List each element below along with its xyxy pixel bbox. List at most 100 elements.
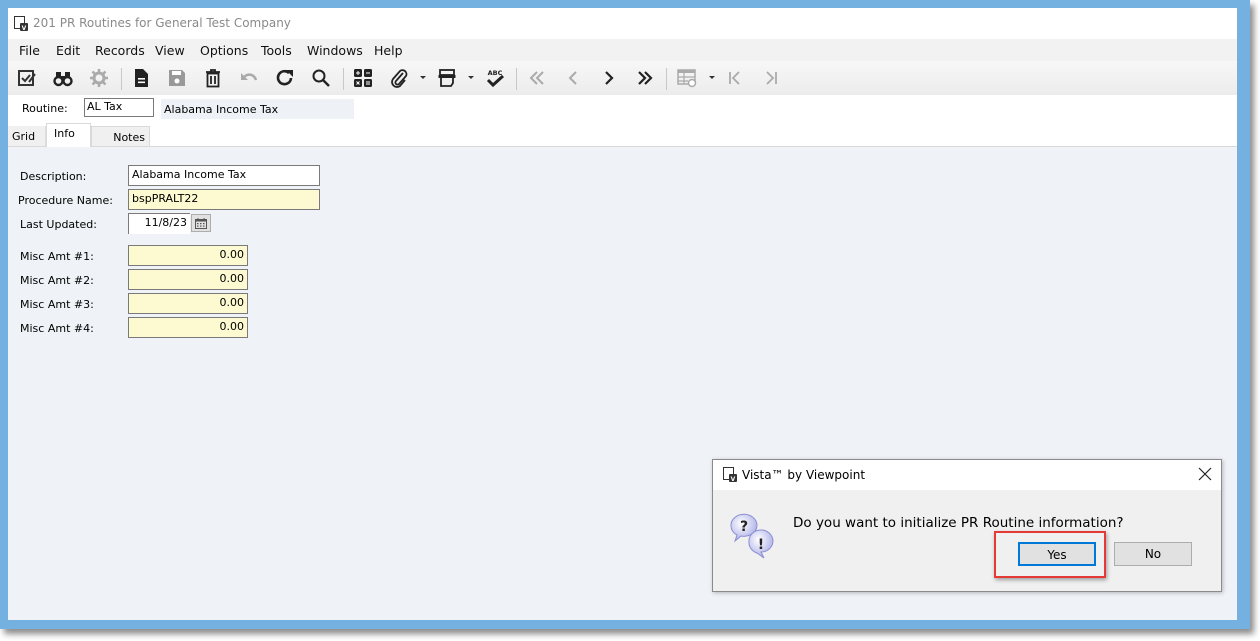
save-button[interactable] <box>165 66 189 90</box>
undo-button[interactable] <box>237 66 261 90</box>
svg-text:ABC: ABC <box>488 69 503 77</box>
undo-icon <box>241 73 258 81</box>
last-updated-label: Last Updated: <box>20 218 97 231</box>
misc-amt-4-input[interactable]: 0.00 <box>128 317 248 338</box>
svg-text:V: V <box>22 25 27 31</box>
paperclip-icon <box>391 69 408 88</box>
misc-amt-1-label: Misc Amt #1: <box>20 250 94 263</box>
chevron-left-icon <box>568 71 577 85</box>
app-window: V 201 PR Routines for General Test Compa… <box>8 8 1237 620</box>
delete-button[interactable] <box>201 66 225 90</box>
print-button[interactable] <box>435 66 459 90</box>
floppy-disk-icon <box>169 70 185 86</box>
tab-info[interactable]: Info <box>46 123 91 147</box>
double-chevron-left-icon <box>529 71 544 85</box>
spell-check-button[interactable]: ABC <box>483 66 507 90</box>
svg-text:!: ! <box>758 537 764 553</box>
record-header: Routine: AL Tax Alabama Income Tax Grid … <box>8 95 1237 147</box>
gear-icon <box>90 69 108 87</box>
routine-label: Routine: <box>22 102 68 115</box>
print-dropdown-arrow[interactable] <box>468 76 474 79</box>
question-exclamation-icon: ? ! <box>730 513 774 559</box>
menu-bar: File Edit Records View Options Tools Win… <box>8 39 1237 61</box>
last-page-button[interactable] <box>759 66 783 90</box>
attachment-button[interactable] <box>387 66 411 90</box>
first-record-button[interactable] <box>525 66 549 90</box>
calculator-button[interactable] <box>351 66 375 90</box>
toolbar-separator <box>516 68 517 90</box>
misc-amt-2-label: Misc Amt #2: <box>20 274 94 287</box>
yes-button[interactable]: Yes <box>1018 542 1096 566</box>
menu-view[interactable]: View <box>155 43 185 58</box>
last-record-button[interactable] <box>633 66 657 90</box>
tab-grid[interactable]: Grid <box>8 126 46 146</box>
description-label: Description: <box>20 170 87 183</box>
toolbar: ABC <box>8 61 1237 95</box>
double-chevron-right-icon <box>638 71 653 85</box>
misc-amt-3-label: Misc Amt #3: <box>20 298 94 311</box>
toolbar-separator <box>343 68 344 90</box>
misc-amt-3-input[interactable]: 0.00 <box>128 293 248 314</box>
find-button[interactable] <box>51 66 75 90</box>
refresh-button[interactable] <box>273 66 297 90</box>
new-record-button[interactable] <box>129 66 153 90</box>
menu-file[interactable]: File <box>19 43 40 58</box>
calendar-button[interactable] <box>191 214 211 232</box>
grid-settings-button[interactable] <box>675 66 699 90</box>
calculator-icon <box>354 69 372 87</box>
misc-amt-4-label: Misc Amt #4: <box>20 322 94 335</box>
menu-windows[interactable]: Windows <box>307 43 363 58</box>
lookup-button[interactable] <box>309 66 333 90</box>
routine-input[interactable]: AL Tax <box>84 98 154 117</box>
dialog-message: Do you want to initialize PR Routine inf… <box>793 515 1124 531</box>
save-and-close-button[interactable] <box>15 66 39 90</box>
tab-notes[interactable]: Notes <box>91 126 150 146</box>
printer-icon <box>438 69 456 87</box>
attachment-dropdown-arrow[interactable] <box>420 76 426 79</box>
first-page-button[interactable] <box>723 66 747 90</box>
menu-edit[interactable]: Edit <box>56 43 80 58</box>
tab-strip-divider <box>8 146 1237 147</box>
toolbar-separator <box>121 68 122 90</box>
no-button[interactable]: No <box>1114 542 1192 566</box>
misc-amt-1-input[interactable]: 0.00 <box>128 245 248 266</box>
chevron-right-icon <box>605 71 614 85</box>
vista-app-icon: V <box>14 16 28 31</box>
description-input[interactable]: Alabama Income Tax <box>128 165 320 186</box>
grid-settings-icon <box>677 69 697 88</box>
misc-amt-2-input[interactable]: 0.00 <box>128 269 248 290</box>
next-record-button[interactable] <box>597 66 621 90</box>
toolbar-separator <box>666 68 667 90</box>
previous-record-button[interactable] <box>561 66 585 90</box>
grid-settings-dropdown-arrow[interactable] <box>709 76 715 79</box>
vista-app-icon: V <box>723 467 737 482</box>
procedure-name-input[interactable]: bspPRALT22 <box>128 189 320 210</box>
routine-description: Alabama Income Tax <box>161 99 354 119</box>
menu-help[interactable]: Help <box>374 43 403 58</box>
title-bar: V 201 PR Routines for General Test Compa… <box>8 8 1237 39</box>
first-page-icon <box>729 71 740 85</box>
refresh-icon <box>276 69 293 86</box>
dialog-title-bar: V Vista™ by Viewpoint <box>713 460 1221 490</box>
svg-text:V: V <box>731 476 736 482</box>
settings-button[interactable] <box>87 66 111 90</box>
procedure-name-label: Procedure Name: <box>18 194 113 207</box>
menu-records[interactable]: Records <box>95 43 145 58</box>
last-page-icon <box>766 71 777 85</box>
calendar-icon <box>195 217 207 229</box>
menu-tools[interactable]: Tools <box>261 43 292 58</box>
trash-icon <box>206 69 220 88</box>
save-and-close-icon <box>18 70 36 86</box>
binoculars-icon <box>53 72 73 87</box>
last-updated-input[interactable]: 11/8/23 <box>128 213 190 234</box>
dialog-title: Vista™ by Viewpoint <box>742 468 866 482</box>
window-title: 201 PR Routines for General Test Company <box>33 16 291 30</box>
screenshot-frame: V 201 PR Routines for General Test Compa… <box>0 0 1250 629</box>
spell-check-icon: ABC <box>486 69 505 88</box>
menu-options[interactable]: Options <box>200 43 248 58</box>
new-document-icon <box>135 69 148 87</box>
magnifier-icon <box>312 69 330 87</box>
close-icon[interactable] <box>1198 467 1212 481</box>
svg-text:?: ? <box>740 519 748 535</box>
confirm-dialog: V Vista™ by Viewpoint ? ! Do you want to… <box>712 459 1222 592</box>
